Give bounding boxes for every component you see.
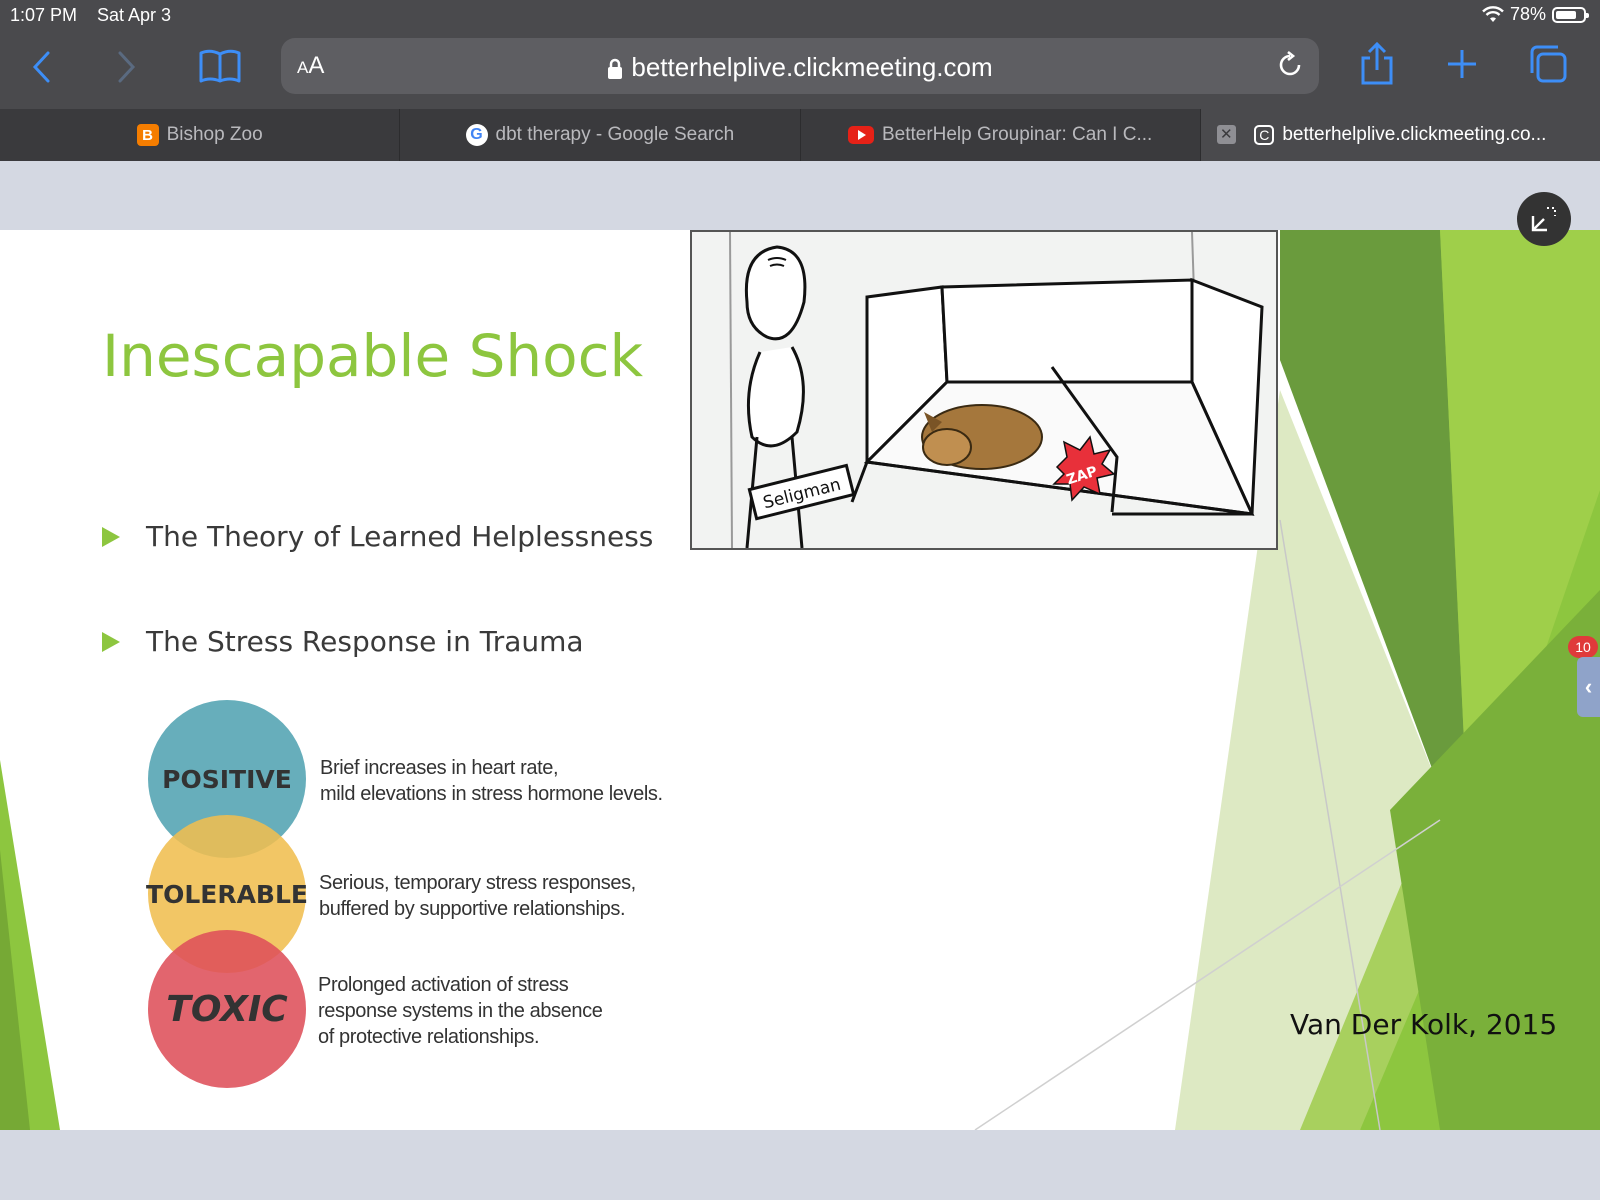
- toxic-stress-circle: TOXIC: [148, 930, 306, 1088]
- blogger-icon: B: [136, 124, 159, 146]
- circle-label: POSITIVE: [162, 764, 292, 794]
- seligman-cartoon-image: Seligman ZAP: [690, 230, 1278, 550]
- youtube-icon: [847, 126, 874, 144]
- back-icon[interactable]: [30, 50, 54, 84]
- tab-clickmeeting[interactable]: ✕ C betterhelplive.clickmeeting.co...: [1200, 109, 1600, 161]
- status-right: 78%: [1482, 4, 1589, 25]
- bullet-stress-response: The Stress Response in Trauma: [102, 625, 584, 658]
- battery-icon: [1552, 6, 1589, 23]
- tab-label: betterhelplive.clickmeeting.co...: [1282, 124, 1547, 145]
- status-time: 1:07 PM: [10, 5, 78, 25]
- slide-citation: Van Der Kolk, 2015: [1290, 1008, 1558, 1041]
- tab-bishop-zoo[interactable]: B Bishop Zoo: [0, 109, 401, 161]
- chevron-left-icon: ‹: [1584, 674, 1593, 699]
- bullet-learned-helplessness: The Theory of Learned Helplessness: [102, 520, 653, 553]
- bullet-text: The Stress Response in Trauma: [146, 625, 584, 658]
- tab-betterhelp-groupinar[interactable]: BetterHelp Groupinar: Can I C...: [801, 109, 1201, 161]
- forward-icon[interactable]: [114, 50, 138, 84]
- circle-label: TOLERABLE: [146, 879, 308, 909]
- presentation-slide: Inescapable Shock The Theory of Learned …: [0, 230, 1600, 1130]
- notification-badge: 10: [1568, 636, 1598, 658]
- status-bar: 1:07 PM Sat Apr 3 78%: [0, 0, 1600, 32]
- battery-percent: 78%: [1509, 4, 1546, 24]
- tolerable-stress-description: Serious, temporary stress responses, buf…: [319, 872, 636, 920]
- tab-dbt-therapy[interactable]: G dbt therapy - Google Search: [400, 109, 801, 161]
- google-icon: G: [465, 124, 488, 146]
- tab-label: BetterHelp Groupinar: Can I C...: [881, 124, 1153, 145]
- lock-icon: [608, 58, 623, 80]
- wifi-icon: [1482, 5, 1504, 22]
- bullet-text: The Theory of Learned Helplessness: [146, 520, 654, 553]
- tab-bar: B Bishop Zoo G dbt therapy - Google Sear…: [0, 109, 1600, 161]
- clickmeeting-icon: C: [1254, 125, 1275, 145]
- side-panel-toggle[interactable]: ‹: [1577, 657, 1600, 717]
- url-text: betterhelplive.clickmeeting.com: [631, 52, 993, 82]
- new-tab-icon[interactable]: [1446, 48, 1478, 80]
- cartoon-drawing: Seligman ZAP: [692, 231, 1276, 549]
- circle-label: TOXIC: [166, 988, 288, 1030]
- tab-label: Bishop Zoo: [166, 124, 263, 145]
- toxic-stress-description: Prolonged activation of stress response …: [318, 974, 603, 1048]
- address-bar[interactable]: AA betterhelplive.clickmeeting.com: [281, 38, 1319, 94]
- close-tab-icon[interactable]: ✕: [1216, 125, 1236, 144]
- reload-icon[interactable]: [1275, 50, 1305, 80]
- tab-label: dbt therapy - Google Search: [495, 124, 735, 145]
- browser-toolbar: AA betterhelplive.clickmeeting.com: [0, 32, 1600, 109]
- share-icon[interactable]: [1360, 42, 1394, 86]
- expand-icon: [1531, 207, 1556, 232]
- bullet-triangle-icon: [102, 526, 120, 547]
- url-field[interactable]: betterhelplive.clickmeeting.com: [281, 52, 1319, 83]
- bookmarks-icon[interactable]: [199, 48, 241, 84]
- bullet-triangle-icon: [102, 631, 120, 652]
- positive-stress-description: Brief increases in heart rate, mild elev…: [320, 757, 663, 805]
- status-date: Sat Apr 3: [97, 5, 172, 25]
- slide-title: Inescapable Shock: [102, 322, 644, 390]
- tabs-icon[interactable]: [1529, 45, 1567, 83]
- fullscreen-toggle-button[interactable]: [1517, 192, 1571, 246]
